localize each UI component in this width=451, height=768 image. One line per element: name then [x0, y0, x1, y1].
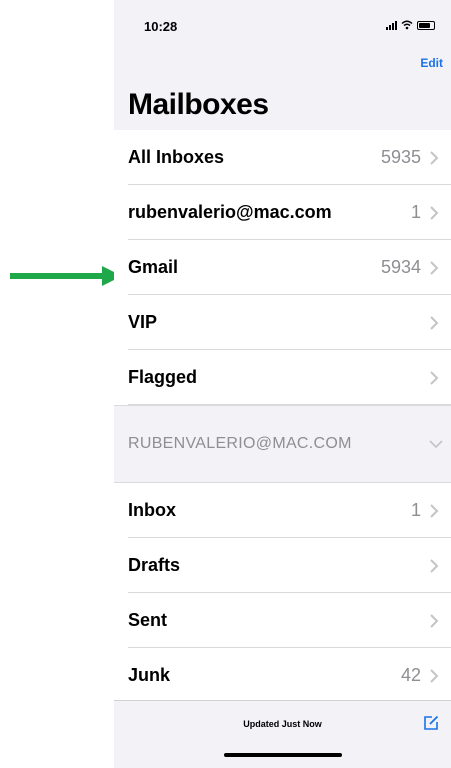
row-label: VIP	[128, 312, 158, 332]
row-label: Sent	[128, 610, 168, 630]
chevron-right-icon	[430, 370, 439, 385]
mailbox-rubenvalerio[interactable]: rubenvalerio@mac.com 1	[114, 185, 451, 240]
row-label: All Inboxes	[128, 147, 225, 167]
row-label: Junk	[128, 665, 171, 685]
chevron-down-icon	[429, 440, 443, 449]
row-count: 1	[410, 202, 421, 222]
edit-button[interactable]: Edit	[420, 56, 443, 70]
chevron-right-icon	[430, 260, 439, 275]
row-count: 42	[400, 665, 421, 685]
account-inbox[interactable]: Inbox 1	[114, 483, 451, 538]
row-count: 1	[410, 500, 421, 520]
chevron-right-icon	[430, 205, 439, 220]
row-label: Gmail	[128, 257, 179, 277]
bottom-toolbar: Updated Just Now	[114, 700, 451, 768]
mailbox-flagged[interactable]: Flagged	[114, 350, 451, 405]
arrow-icon	[10, 266, 122, 286]
account-junk[interactable]: Junk 42	[114, 648, 451, 703]
page-title: Mailboxes	[128, 88, 269, 121]
row-label: Drafts	[128, 555, 181, 575]
chevron-right-icon	[430, 150, 439, 165]
chevron-right-icon	[430, 558, 439, 573]
mailbox-gmail[interactable]: Gmail 5934	[114, 240, 451, 295]
row-label: rubenvalerio@mac.com	[128, 202, 332, 222]
mailbox-all-inboxes[interactable]: All Inboxes 5935	[114, 130, 451, 185]
status-bar: 10:28	[114, 0, 451, 50]
chevron-right-icon	[430, 503, 439, 518]
navigation-bar: Edit Mailboxes	[114, 50, 451, 130]
compose-icon[interactable]	[423, 715, 439, 731]
status-time: 10:28	[144, 19, 178, 34]
update-status-text: Updated Just Now	[243, 719, 322, 729]
row-count: 5935	[380, 147, 421, 167]
row-label: Inbox	[128, 500, 176, 520]
chevron-right-icon	[430, 315, 439, 330]
account-sent[interactable]: Sent	[114, 593, 451, 648]
signal-icon	[386, 20, 397, 30]
row-count: 5934	[380, 257, 421, 277]
mailbox-vip[interactable]: VIP	[114, 295, 451, 350]
chevron-right-icon	[430, 613, 439, 628]
account-drafts[interactable]: Drafts	[114, 538, 451, 593]
wifi-icon	[401, 20, 413, 30]
phone-screen: 10:28 Edit Mailboxes All Inboxes 5935 ru…	[114, 0, 451, 768]
account-section-header[interactable]: RUBENVALERIO@MAC.COM	[114, 405, 451, 483]
section-label: RUBENVALERIO@MAC.COM	[128, 435, 352, 452]
row-label: Flagged	[128, 367, 198, 387]
mailbox-list: All Inboxes 5935 rubenvalerio@mac.com 1 …	[114, 130, 451, 703]
battery-icon	[417, 21, 435, 30]
status-icons	[386, 20, 435, 30]
home-indicator[interactable]	[224, 753, 342, 757]
chevron-right-icon	[430, 668, 439, 683]
